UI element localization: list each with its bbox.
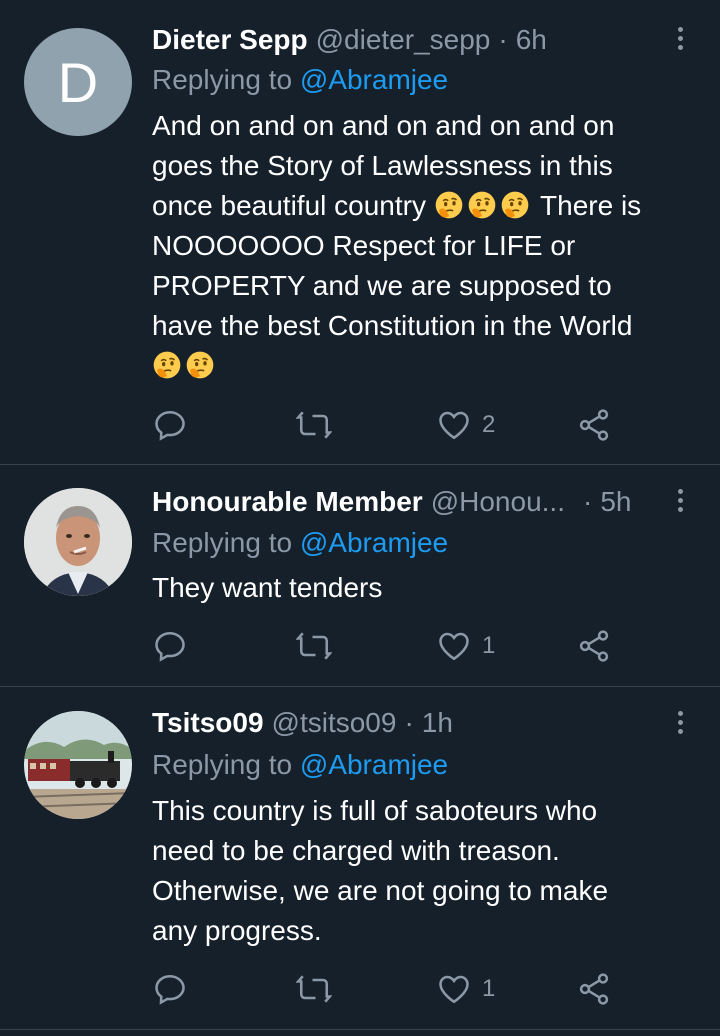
text-line: goes the Story of Lawlessness in this xyxy=(152,150,613,181)
avatar-photo xyxy=(24,711,132,819)
replying-to: Replying to @Abramjee xyxy=(152,745,448,785)
text-line: once beautiful country There is xyxy=(152,186,700,226)
replying-to: Replying to @Abramjee xyxy=(152,60,448,100)
avatar[interactable] xyxy=(24,711,132,819)
retweet-icon xyxy=(296,628,332,664)
replying-prefix: Replying to xyxy=(152,749,293,780)
avatar-photo xyxy=(24,488,132,596)
reply-bubble-icon xyxy=(152,971,188,1007)
text-line: NOOOOOOO Respect for LIFE or xyxy=(152,230,576,261)
reply-bubble-icon xyxy=(152,407,188,443)
reply-bubble-icon xyxy=(152,628,188,664)
text-line: This country is full of saboteurs who xyxy=(152,795,598,826)
text-line: And on and on and on and on and on xyxy=(152,110,615,141)
share-button[interactable] xyxy=(576,969,612,1009)
thinking-face-icon xyxy=(434,190,464,220)
tweet-text: They want tenders xyxy=(152,568,700,608)
like-button[interactable]: 1 xyxy=(436,969,495,1009)
tweet-text: And on and on and on and on and on goes … xyxy=(152,106,700,386)
like-count: 1 xyxy=(482,632,496,659)
text-segment: once beautiful country xyxy=(152,190,426,221)
separator-dot: · xyxy=(582,486,593,517)
replying-prefix: Replying to xyxy=(152,527,293,558)
tweet-time[interactable]: 6h xyxy=(516,20,547,60)
more-vertical-icon[interactable] xyxy=(670,702,690,742)
heart-icon xyxy=(436,407,472,443)
mention-link[interactable]: @Abramjee xyxy=(300,64,448,95)
mention-link[interactable]: @Abramjee xyxy=(300,749,448,780)
avatar[interactable] xyxy=(24,488,132,596)
heart-icon xyxy=(436,971,472,1007)
author-handle[interactable]: @dieter_sepp xyxy=(316,20,491,60)
thinking-face-icon xyxy=(185,350,215,380)
thinking-face-icon xyxy=(500,190,530,220)
retweet-button[interactable] xyxy=(296,969,332,1009)
author-name[interactable]: Honourable Member xyxy=(152,482,423,522)
mention-link[interactable]: @Abramjee xyxy=(300,527,448,558)
like-count: 2 xyxy=(482,411,496,438)
like-count: 1 xyxy=(482,975,496,1002)
replying-to: Replying to @Abramjee xyxy=(152,523,448,563)
separator-dot: · xyxy=(404,707,414,738)
tweet-time[interactable]: 5h xyxy=(600,482,631,522)
like-button[interactable]: 1 xyxy=(436,626,495,666)
retweet-icon xyxy=(296,971,332,1007)
thinking-face-icon xyxy=(467,190,497,220)
text-line: They want tenders xyxy=(152,572,383,603)
avatar[interactable]: D xyxy=(24,28,132,136)
separator-dot: · xyxy=(498,24,508,55)
text-line: need to be charged with treason. xyxy=(152,835,560,866)
retweet-icon xyxy=(296,407,332,443)
text-line: any progress. xyxy=(152,915,322,946)
share-button[interactable] xyxy=(576,626,612,666)
like-button[interactable]: 2 xyxy=(436,405,495,445)
text-line: PROPERTY and we are supposed to xyxy=(152,270,612,301)
tweet-2[interactable]: Honourable Member @Honou... · 5h Replyin… xyxy=(0,465,720,687)
reply-button[interactable] xyxy=(152,969,188,1009)
replying-prefix: Replying to xyxy=(152,64,293,95)
text-line: Otherwise, we are not going to make xyxy=(152,875,609,906)
share-icon xyxy=(576,628,612,664)
retweet-button[interactable] xyxy=(296,405,332,445)
author-handle[interactable]: @Honou... xyxy=(431,482,565,522)
share-icon xyxy=(576,971,612,1007)
thinking-face-icon xyxy=(152,350,182,380)
text-line xyxy=(152,346,700,386)
heart-icon xyxy=(436,628,472,664)
tweet-text: This country is full of saboteurs who ne… xyxy=(152,791,700,951)
tweet-3[interactable]: Tsitso09 @tsitso09 · 1h Replying to @Abr… xyxy=(0,687,720,1030)
author-handle[interactable]: @tsitso09 xyxy=(272,703,397,743)
more-vertical-icon[interactable] xyxy=(670,480,690,520)
author-name[interactable]: Dieter Sepp xyxy=(152,20,308,60)
text-segment: There is xyxy=(540,190,642,221)
author-name[interactable]: Tsitso09 xyxy=(152,703,264,743)
tweet-1[interactable]: D Dieter Sepp @dieter_sepp · 6h Replying… xyxy=(0,0,720,465)
text-line: have the best Constitution in the World xyxy=(152,310,633,341)
tweet-time[interactable]: 1h xyxy=(422,703,453,743)
reply-button[interactable] xyxy=(152,405,188,445)
more-vertical-icon[interactable] xyxy=(670,18,690,58)
reply-button[interactable] xyxy=(152,626,188,666)
share-button[interactable] xyxy=(576,405,612,445)
retweet-button[interactable] xyxy=(296,626,332,666)
share-icon xyxy=(576,407,612,443)
